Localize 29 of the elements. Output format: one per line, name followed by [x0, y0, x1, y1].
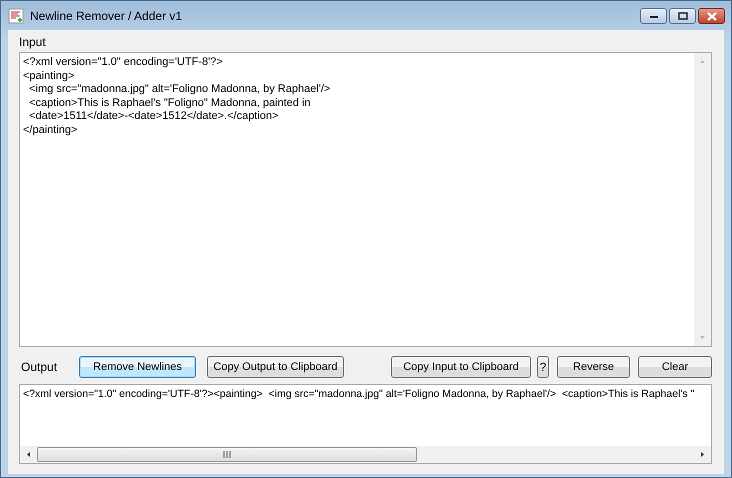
code-line: <?xml version="1.0" encoding='UTF-8'?> [23, 56, 224, 70]
scrollbar-thumb[interactable] [37, 447, 417, 462]
action-button[interactable]: Remove Newlines [79, 356, 196, 378]
input-label: Input [19, 35, 47, 49]
minimize-icon [648, 13, 658, 19]
close-icon [706, 12, 718, 20]
code-line: <caption>This is Raphael's "Foligno" Madonna, painted in [28, 96, 312, 110]
output-field[interactable]: <?xml version="1.0" encoding='UTF-8'?><painting> <img src="madonna.jpg" alt='Foligno Madonna, by Raphael'/> <caption>This is Raphael's " [19, 384, 712, 464]
code-line: <img src="madonna.jpg" alt='Foligno Madonna, by Raphael'/> [28, 83, 332, 96]
action-button[interactable]: Copy Input to Clipboard [391, 356, 531, 378]
close-button[interactable] [698, 8, 725, 24]
code-line: <painting> [23, 70, 76, 83]
maximize-icon [678, 12, 688, 20]
action-button[interactable]: Copy Output to Clipboard [207, 356, 344, 378]
maximize-button[interactable] [669, 8, 696, 24]
code-line: <date>1511</date>-<date>1512</date>.</caption> [28, 110, 280, 124]
action-button[interactable]: Clear [638, 356, 712, 378]
app-icon [8, 8, 24, 24]
output-text: <?xml version="1.0" encoding='UTF-8'?><painting> <img src="madonna.jpg" alt='Foligno Madonna, by Raphael'/> <caption>This is Raphael's " [23, 388, 694, 401]
grip-icon [222, 451, 232, 458]
horizontal-scrollbar[interactable] [20, 446, 711, 463]
input-field[interactable] [19, 52, 712, 347]
action-button[interactable]: Reverse [557, 356, 630, 378]
code-line: </painting> [23, 124, 78, 137]
minimize-button[interactable] [640, 8, 667, 24]
window-title: Newline Remover / Adder v1 [30, 8, 182, 22]
output-label: Output [21, 360, 58, 374]
help-button[interactable]: ? [537, 356, 549, 378]
vertical-scrollbar[interactable] [694, 53, 711, 346]
